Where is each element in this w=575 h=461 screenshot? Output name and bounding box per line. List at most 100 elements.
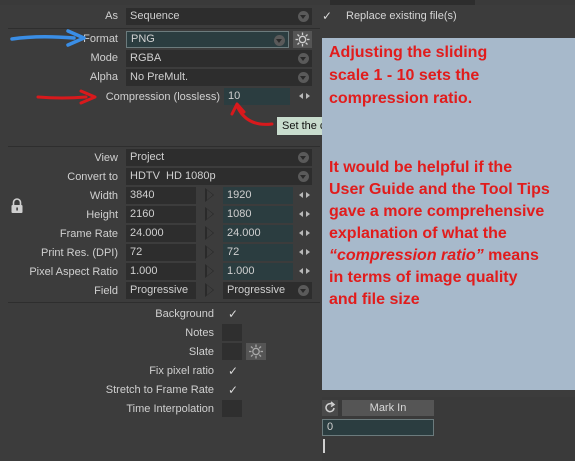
height-source-value: 2160: [130, 208, 155, 220]
field-source-value: Progressive: [130, 284, 189, 296]
annotation-line: “compression ratio” means: [329, 245, 539, 267]
pixel-aspect-target-value: 1.000: [227, 265, 255, 277]
frame-rate-source[interactable]: 24.000: [126, 225, 196, 242]
top-partial-field: [330, 0, 475, 5]
time-interp-label: Time Interpolation: [126, 403, 214, 415]
slider-arrows-icon[interactable]: [299, 229, 310, 238]
alpha-label: Alpha: [89, 71, 118, 83]
annotation-line: Adjusting the sliding: [329, 44, 488, 61]
height-target-value: 1080: [227, 208, 252, 220]
apply-arrow-icon[interactable]: [205, 245, 214, 259]
format-select[interactable]: PNG: [126, 31, 289, 48]
width-target[interactable]: 1920: [223, 187, 293, 204]
time-interp-checkbox[interactable]: [222, 400, 242, 417]
view-select[interactable]: Project: [126, 149, 312, 166]
blue-arrow-icon: [10, 29, 86, 47]
annotation-line: gave a more comprehensive: [329, 203, 545, 220]
chevron-down-icon: [298, 152, 309, 163]
alpha-select[interactable]: No PreMult.: [126, 69, 312, 86]
mark-in-input[interactable]: 0: [322, 419, 434, 436]
height-label: Height: [86, 209, 118, 221]
annotation-line: explanation of what the: [329, 225, 507, 242]
print-res-label: Print Res. (DPI): [40, 247, 118, 259]
red-curved-arrow-icon: [230, 102, 274, 126]
format-value: PNG: [131, 33, 155, 45]
annotation-line: User Guide and the Tool Tips: [329, 181, 550, 198]
mark-in-value: 0: [327, 421, 334, 433]
slate-checkbox[interactable]: [222, 343, 242, 360]
mark-in-button[interactable]: Mark In: [342, 400, 434, 416]
slider-arrows-icon[interactable]: [299, 248, 310, 257]
apply-arrow-icon[interactable]: [205, 188, 214, 202]
apply-arrow-icon[interactable]: [205, 207, 214, 221]
pixel-aspect-target[interactable]: 1.000: [223, 263, 293, 280]
stretch-checkbox[interactable]: ✓: [228, 383, 238, 397]
notes-label: Notes: [185, 327, 214, 339]
background-checkbox[interactable]: ✓: [228, 307, 238, 321]
slider-arrows-icon[interactable]: [299, 92, 310, 101]
settings-icon: [249, 344, 263, 359]
field-target-select[interactable]: Progressive: [223, 282, 312, 299]
convert-label: Convert to: [67, 171, 118, 183]
timeline-handle[interactable]: [323, 439, 325, 453]
stretch-label: Stretch to Frame Rate: [105, 384, 214, 396]
reset-icon: [325, 401, 336, 413]
pixel-aspect-label: Pixel Aspect Ratio: [29, 266, 118, 278]
apply-arrow-icon[interactable]: [205, 226, 214, 240]
frame-rate-target[interactable]: 24.000: [223, 225, 293, 242]
as-label: As: [105, 10, 118, 22]
format-label: Format: [83, 33, 118, 45]
annotation-line: in terms of image quality: [329, 269, 518, 286]
replace-checkbox[interactable]: ✓: [322, 9, 332, 23]
replace-label: Replace existing file(s): [346, 10, 457, 22]
background-label: Background: [155, 308, 214, 320]
chevron-down-icon: [298, 11, 309, 22]
mode-select[interactable]: RGBA: [126, 50, 312, 67]
height-target[interactable]: 1080: [223, 206, 293, 223]
print-res-target[interactable]: 72: [223, 244, 293, 261]
apply-arrow-icon[interactable]: [205, 264, 214, 278]
alpha-value: No PreMult.: [130, 71, 189, 83]
format-settings-button[interactable]: [293, 31, 312, 48]
field-source[interactable]: Progressive: [126, 282, 196, 299]
field-target-value: Progressive: [227, 284, 286, 296]
view-value: Project: [130, 151, 165, 163]
annotation-line: and file size: [329, 291, 420, 308]
compression-label: Compression (lossless): [105, 91, 220, 103]
convert-value: HDTV HD 1080p: [130, 170, 216, 182]
apply-arrow-icon[interactable]: [205, 283, 214, 297]
pixel-aspect-source[interactable]: 1.000: [126, 263, 196, 280]
annotation-line: compression ratio.: [329, 90, 473, 107]
slider-arrows-icon[interactable]: [299, 191, 310, 200]
notes-checkbox[interactable]: [222, 324, 242, 341]
annotation-panel: Adjusting the sliding scale 1 - 10 sets …: [322, 38, 575, 390]
annotation-line: It would be helpful if the: [329, 159, 513, 176]
width-source-value: 3840: [130, 189, 155, 201]
fix-pixel-ratio-label: Fix pixel ratio: [149, 365, 214, 377]
chevron-down-icon: [298, 285, 309, 296]
as-select[interactable]: Sequence: [126, 8, 312, 25]
mode-label: Mode: [90, 52, 118, 64]
slider-arrows-icon[interactable]: [299, 267, 310, 276]
chevron-down-icon: [298, 72, 309, 83]
annotation-line: scale 1 - 10 sets the: [329, 67, 480, 84]
view-label: View: [94, 152, 118, 164]
print-res-source-value: 72: [130, 246, 143, 258]
slate-settings-button[interactable]: [246, 343, 266, 360]
width-source[interactable]: 3840: [126, 187, 196, 204]
height-source[interactable]: 2160: [126, 206, 196, 223]
annotation-italic: “compression ratio”: [329, 247, 484, 264]
slate-label: Slate: [188, 346, 214, 358]
chevron-down-icon: [298, 53, 309, 64]
frame-rate-source-value: 24.000: [130, 227, 164, 239]
fix-pixel-ratio-checkbox[interactable]: ✓: [228, 364, 238, 378]
frame-rate-label: Frame Rate: [59, 228, 118, 240]
convert-select[interactable]: HDTV HD 1080p: [126, 168, 312, 185]
reset-button[interactable]: [322, 400, 338, 416]
lock-icon[interactable]: [10, 198, 24, 214]
width-label: Width: [89, 190, 118, 202]
chevron-down-icon: [298, 171, 309, 182]
print-res-source[interactable]: 72: [126, 244, 196, 261]
settings-icon: [295, 32, 310, 47]
slider-arrows-icon[interactable]: [299, 210, 310, 219]
